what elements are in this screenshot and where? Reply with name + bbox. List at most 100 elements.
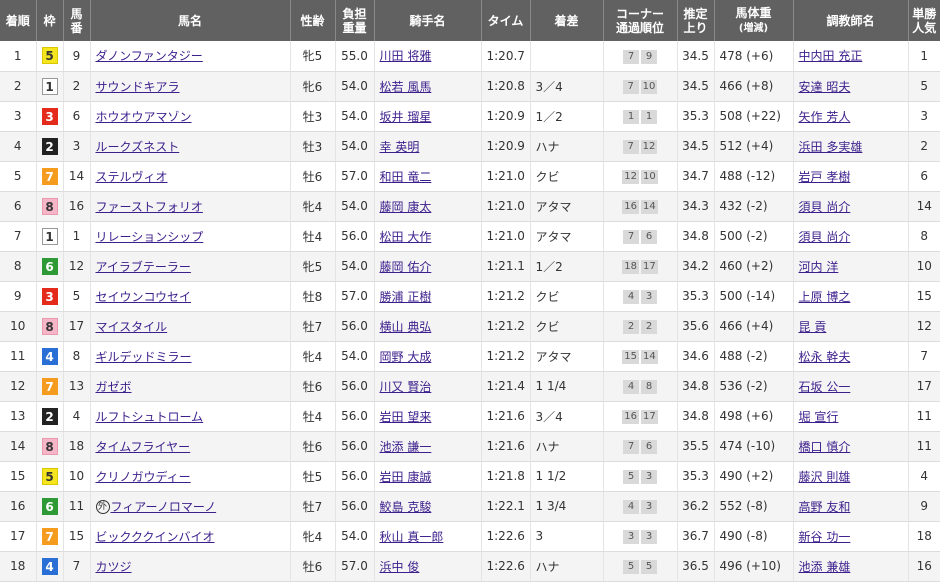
header-sex-age[interactable]: 性齢 xyxy=(290,0,336,41)
header-waku[interactable]: 枠 xyxy=(36,0,64,41)
corner-positions: 76 xyxy=(622,438,658,454)
horse-name-link[interactable]: アイラブテーラー xyxy=(96,260,191,274)
horse-name-link[interactable]: ギルデッドミラー xyxy=(96,350,192,364)
trainer-link[interactable]: 中内田 充正 xyxy=(799,49,863,63)
horse-name-link[interactable]: ファーストフォリオ xyxy=(96,200,203,214)
trainer-link[interactable]: 新谷 功一 xyxy=(799,530,851,544)
header-horse[interactable]: 馬名 xyxy=(90,0,291,41)
horse-name-link[interactable]: マイスタイル xyxy=(96,320,168,334)
horse-name-link[interactable]: ルフトシュトローム xyxy=(96,410,204,424)
header-trainer[interactable]: 調教師名 xyxy=(793,0,909,41)
trainer-link[interactable]: 堀 宣行 xyxy=(799,410,839,424)
trainer-link[interactable]: 須貝 尚介 xyxy=(799,200,851,214)
horse-name-link[interactable]: ステルヴィオ xyxy=(96,170,168,184)
last3f-cell: 36.7 xyxy=(677,521,715,552)
header-body-weight[interactable]: 馬体重 (増減) xyxy=(714,0,794,41)
jockey-link[interactable]: 岩田 望来 xyxy=(380,410,432,424)
jockey-link[interactable]: 勝浦 正樹 xyxy=(380,290,432,304)
trainer-link[interactable]: 松永 幹夫 xyxy=(799,350,851,364)
jockey-link[interactable]: 池添 謙一 xyxy=(380,440,432,454)
corner-position: 2 xyxy=(623,320,639,334)
horse-name-link[interactable]: フィアーノロマーノ xyxy=(111,500,217,514)
trainer-cell: 新谷 功一 xyxy=(793,521,909,552)
jockey-cell: 岡野 大成 xyxy=(374,341,482,372)
trainer-link[interactable]: 池添 兼雄 xyxy=(799,560,851,574)
body-weight-cell: 498 (+6) xyxy=(714,401,794,432)
jockey-link[interactable]: 岡野 大成 xyxy=(380,350,432,364)
trainer-link[interactable]: 安達 昭夫 xyxy=(799,80,851,94)
jockey-link[interactable]: 鮫島 克駿 xyxy=(380,500,432,514)
horse-cell: ビックククインバイオ xyxy=(90,521,291,552)
header-corner[interactable]: コーナー 通過順位 xyxy=(603,0,678,41)
horse-name-link[interactable]: タイムフライヤー xyxy=(96,440,191,454)
umaban-cell: 13 xyxy=(63,371,91,402)
umaban-cell: 10 xyxy=(63,461,91,492)
jockey-link[interactable]: 横山 典弘 xyxy=(380,320,432,334)
header-umaban[interactable]: 馬番 xyxy=(63,0,91,41)
jockey-link[interactable]: 川又 賢治 xyxy=(380,380,432,394)
corner-position: 9 xyxy=(641,49,657,64)
header-last3f[interactable]: 推定 上り xyxy=(677,0,715,41)
header-time[interactable]: タイム xyxy=(481,0,531,41)
header-margin[interactable]: 着差 xyxy=(530,0,604,41)
jockey-link[interactable]: 川田 将雅 xyxy=(380,49,432,63)
jockey-link[interactable]: 松田 大作 xyxy=(380,230,432,244)
trainer-link[interactable]: 岩戸 孝樹 xyxy=(799,170,851,184)
jockey-cell: 藤岡 佑介 xyxy=(374,251,482,282)
horse-name-link[interactable]: セイウンコウセイ xyxy=(96,290,192,304)
horse-name-link[interactable]: ビックククインバイオ xyxy=(96,530,215,544)
trainer-link[interactable]: 高野 友和 xyxy=(799,500,851,514)
trainer-link[interactable]: 上原 博之 xyxy=(799,290,851,304)
corner-position: 4 xyxy=(623,290,639,304)
horse-name-link[interactable]: ホウオウアマゾン xyxy=(96,110,192,124)
corner-position: 3 xyxy=(641,500,657,514)
jockey-link[interactable]: 幸 英明 xyxy=(380,140,420,154)
rank-cell: 6 xyxy=(0,191,37,222)
corner-positions: 43 xyxy=(622,288,658,304)
umaban-cell: 2 xyxy=(63,71,91,102)
horse-name-link[interactable]: ガゼボ xyxy=(96,380,132,394)
horse-name-link[interactable]: サウンドキアラ xyxy=(96,80,180,94)
trainer-link[interactable]: 藤沢 則雄 xyxy=(799,470,851,484)
jockey-link[interactable]: 和田 竜二 xyxy=(380,170,432,184)
trainer-link[interactable]: 石坂 公一 xyxy=(799,380,851,394)
corner-position: 3 xyxy=(623,530,639,544)
jockey-link[interactable]: 藤岡 康太 xyxy=(380,200,432,214)
sex-age-cell: 牡5 xyxy=(290,461,336,492)
rank-cell: 4 xyxy=(0,131,37,162)
trainer-link[interactable]: 矢作 芳人 xyxy=(799,110,851,124)
popularity-cell: 10 xyxy=(908,251,940,282)
umaban-cell: 18 xyxy=(63,431,91,462)
trainer-link[interactable]: 浜田 多実雄 xyxy=(799,140,863,154)
horse-name-link[interactable]: カツジ xyxy=(96,560,132,574)
horse-name-link[interactable]: ダノンファンタジー xyxy=(96,49,203,63)
popularity-cell: 7 xyxy=(908,341,940,372)
jockey-link[interactable]: 坂井 瑠星 xyxy=(380,110,432,124)
rank-cell: 18 xyxy=(0,551,37,582)
sex-age-cell: 牡4 xyxy=(290,221,336,252)
trainer-link[interactable]: 昆 貢 xyxy=(799,320,827,334)
horse-name-link[interactable]: リレーションシップ xyxy=(96,230,204,244)
popularity-cell: 2 xyxy=(908,131,940,162)
header-odds[interactable]: 単勝 人気 xyxy=(908,0,940,41)
trainer-link[interactable]: 橋口 慎介 xyxy=(799,440,851,454)
jockey-link[interactable]: 松若 風馬 xyxy=(380,80,432,94)
jockey-link[interactable]: 藤岡 佑介 xyxy=(380,260,432,274)
trainer-cell: 高野 友和 xyxy=(793,491,909,522)
header-weight[interactable]: 負担 重量 xyxy=(335,0,375,41)
weight-cell: 54.0 xyxy=(335,71,375,102)
waku-cell: 8 xyxy=(36,431,64,462)
popularity-cell: 12 xyxy=(908,311,940,342)
header-jockey[interactable]: 騎手名 xyxy=(374,0,482,41)
waku-badge: 4 xyxy=(41,557,58,575)
trainer-link[interactable]: 河内 洋 xyxy=(799,260,839,274)
horse-name-link[interactable]: クリノガウディー xyxy=(96,470,191,484)
trainer-link[interactable]: 須貝 尚介 xyxy=(799,230,851,244)
jockey-link[interactable]: 秋山 真一郎 xyxy=(380,530,444,544)
popularity-cell: 5 xyxy=(908,71,940,102)
jockey-link[interactable]: 浜中 俊 xyxy=(380,560,420,574)
header-rank[interactable]: 着順 xyxy=(0,0,37,41)
jockey-link[interactable]: 岩田 康誠 xyxy=(380,470,432,484)
horse-name-link[interactable]: ルークズネスト xyxy=(96,140,180,154)
popularity-cell: 6 xyxy=(908,161,940,192)
